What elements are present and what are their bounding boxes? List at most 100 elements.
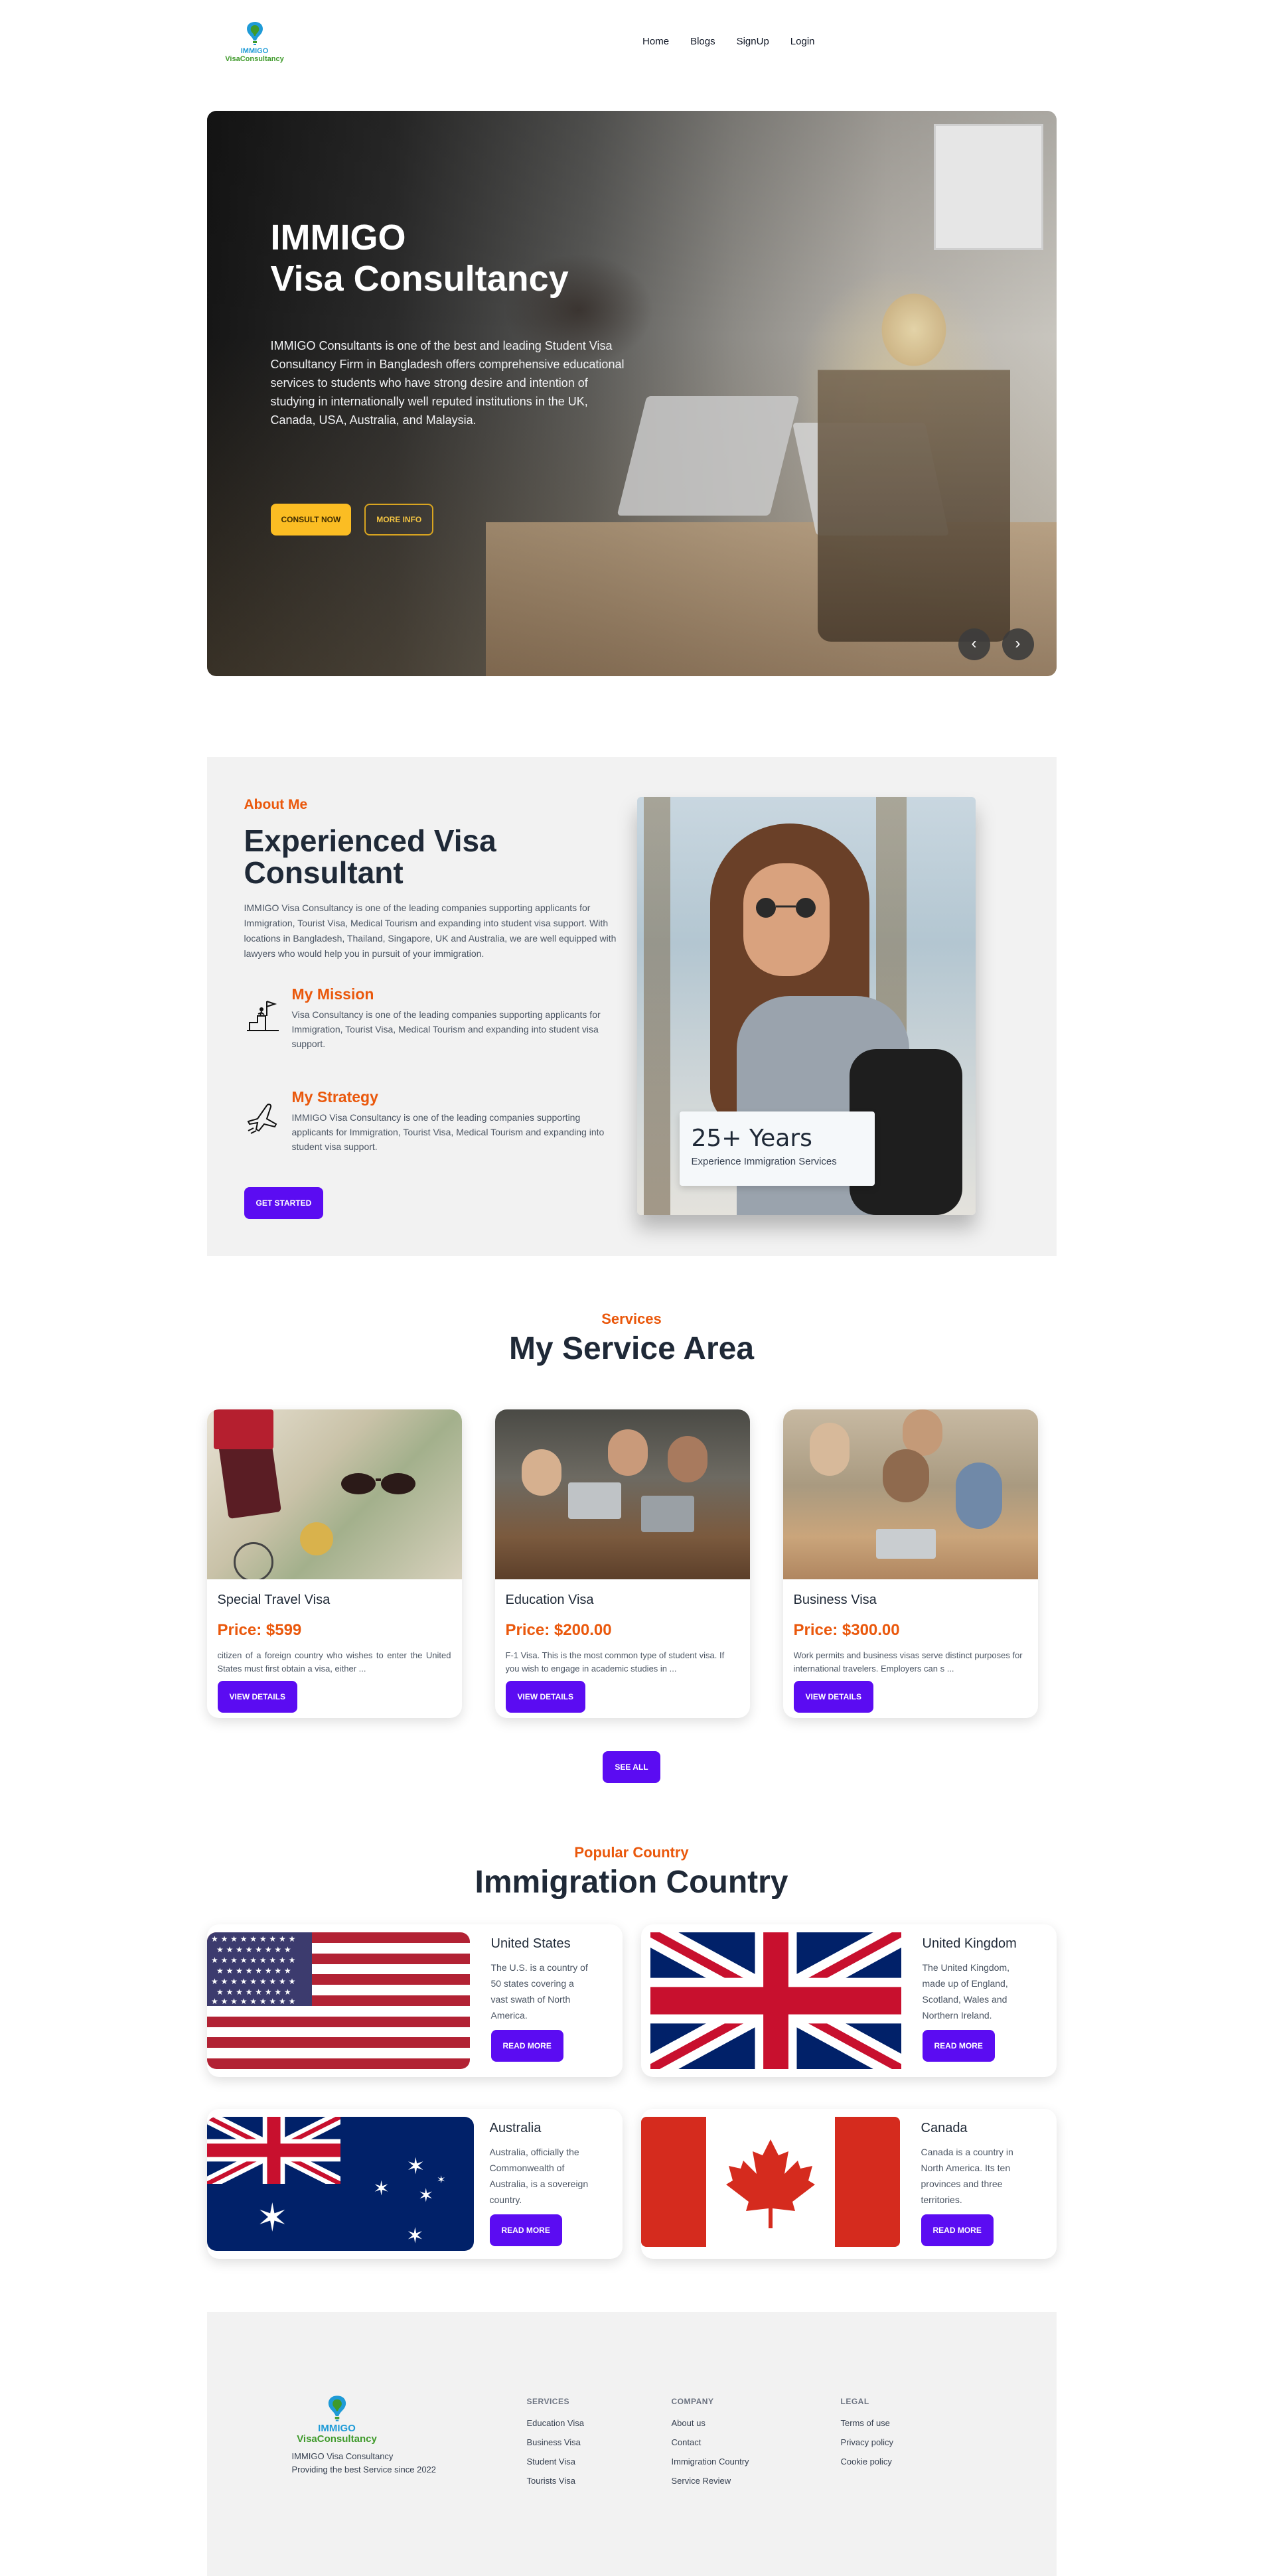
svg-text:★ ★ ★ ★ ★ ★ ★ ★ ★: ★ ★ ★ ★ ★ ★ ★ ★ ★: [211, 1934, 295, 1944]
read-more-button[interactable]: READ MORE: [489, 2214, 562, 2246]
country-name: United Kingdom: [922, 1936, 1017, 1951]
country-name: Australia: [489, 2121, 542, 2135]
see-all-wrap: SEE ALL: [207, 1751, 1057, 1783]
footer-col-title: COMPANY: [671, 2397, 714, 2406]
nav-blogs[interactable]: Blogs: [680, 31, 726, 52]
experience-label: Experience Immigration Services: [691, 1156, 837, 1167]
footer-link[interactable]: Service Review: [672, 2476, 749, 2486]
carousel-next-button[interactable]: ›: [1002, 628, 1034, 660]
hero-carousel: IMMIGO Visa Consultancy IMMIGO Consultan…: [206, 111, 1057, 676]
get-started-button[interactable]: GET STARTED: [244, 1187, 324, 1219]
svg-text:★ ★ ★ ★ ★ ★ ★ ★: ★ ★ ★ ★ ★ ★ ★ ★: [216, 1987, 291, 1997]
svg-text:✶: ✶: [256, 2195, 289, 2240]
nav-links: Home Blogs SignUp Login: [632, 31, 825, 52]
service-card: Education Visa Price: $200.00 F-1 Visa. …: [494, 1409, 750, 1718]
service-image-business: [782, 1409, 1038, 1579]
nav-home[interactable]: Home: [632, 31, 680, 52]
read-more-button[interactable]: READ MORE: [921, 2214, 994, 2246]
service-desc: F-1 Visa. This is the most common type o…: [505, 1650, 725, 1674]
strategy-block: My Strategy IMMIGO Visa Consultancy is o…: [244, 1088, 623, 1154]
countries-kicker: Popular Country: [574, 1844, 689, 1861]
about-photo: 25+ Years Experience Immigration Service…: [636, 797, 976, 1215]
footer-link[interactable]: Cookie policy: [841, 2457, 893, 2467]
about-text: About Me Experienced Visa Consultant IMM…: [244, 797, 623, 1154]
see-all-button[interactable]: SEE ALL: [603, 1751, 660, 1783]
service-image-education: [494, 1409, 750, 1579]
country-card: ★ ★ ★ ★ ★ ★ ★ ★ ★ ★ ★ ★ ★ ★ ★ ★ ★ ★ ★ ★ …: [206, 1924, 623, 2077]
services-title: My Service Area: [508, 1331, 755, 1366]
footer-col-title: SERVICES: [526, 2397, 569, 2406]
footer-link[interactable]: Education Visa: [527, 2418, 585, 2428]
view-details-button[interactable]: VIEW DETAILS: [217, 1681, 297, 1713]
view-details-button[interactable]: VIEW DETAILS: [793, 1681, 873, 1713]
about-section: About Me Experienced Visa Consultant IMM…: [206, 757, 1057, 1256]
read-more-button[interactable]: READ MORE: [922, 2030, 995, 2062]
logo-icon: [328, 2396, 346, 2421]
brand-line2: VisaConsultancy: [225, 55, 284, 63]
brand-logo[interactable]: IMMIGO VisaConsultancy: [223, 19, 287, 63]
service-cards: Special Travel Visa Price: $599 citizen …: [206, 1409, 1057, 1718]
country-desc: Australia, officially the Commonwealth o…: [489, 2147, 589, 2205]
footer: IMMIGO VisaConsultancy IMMIGO Visa Consu…: [206, 2312, 1057, 2576]
footer-link[interactable]: Tourists Visa: [527, 2476, 585, 2486]
services-section: Services My Service Area Special Travel …: [206, 1311, 1057, 1783]
service-price: Price: $200.00: [505, 1621, 612, 1639]
country-card: United Kingdom The United Kingdom, made …: [640, 1924, 1057, 2077]
svg-text:★ ★ ★ ★ ★ ★ ★ ★: ★ ★ ★ ★ ★ ★ ★ ★: [216, 1945, 291, 1954]
country-name: Canada: [921, 2121, 968, 2135]
country-card: Canada Canada is a country in North Amer…: [640, 2109, 1057, 2259]
footer-link[interactable]: Student Visa: [527, 2457, 585, 2467]
svg-text:★ ★ ★ ★ ★ ★ ★ ★ ★: ★ ★ ★ ★ ★ ★ ★ ★ ★: [211, 1997, 295, 2006]
svg-text:✶: ✶: [418, 2184, 433, 2206]
country-card: ✶ ✶ ✶ ✶ ✶ ✶ Australia Australia, officia…: [206, 2109, 623, 2259]
more-info-button[interactable]: MORE INFO: [364, 504, 434, 536]
footer-link[interactable]: About us: [672, 2418, 749, 2428]
service-title: Business Visa: [793, 1593, 877, 1607]
service-desc: citizen of a foreign country who wishes …: [217, 1650, 451, 1674]
experience-badge: 25+ Years Experience Immigration Service…: [679, 1111, 875, 1186]
uk-flag-icon: [650, 1932, 901, 2069]
country-name: United States: [490, 1936, 571, 1951]
country-desc: The U.S. is a country of 50 states cover…: [490, 1962, 588, 2021]
footer-col-title: LEGAL: [840, 2397, 869, 2406]
footer-link[interactable]: Terms of use: [841, 2418, 893, 2428]
experience-years: 25+ Years: [691, 1125, 812, 1152]
service-image-travel: [206, 1409, 462, 1579]
service-card: Special Travel Visa Price: $599 citizen …: [206, 1409, 462, 1718]
countries-title: Immigration Country: [475, 1865, 788, 1900]
footer-link[interactable]: Privacy policy: [841, 2437, 893, 2447]
footer-tagline-line2: Providing the best Service since 2022: [291, 2465, 437, 2474]
nav-signup[interactable]: SignUp: [726, 31, 780, 52]
footer-logo[interactable]: IMMIGO VisaConsultancy: [292, 2393, 382, 2445]
logo-icon: [246, 22, 263, 45]
service-title: Education Visa: [505, 1593, 594, 1607]
footer-brand-line2: VisaConsultancy: [297, 2433, 377, 2445]
svg-text:★ ★ ★ ★ ★ ★ ★ ★ ★: ★ ★ ★ ★ ★ ★ ★ ★ ★: [211, 1956, 295, 1965]
svg-text:✶: ✶: [406, 2153, 425, 2180]
footer-link[interactable]: Business Visa: [527, 2437, 585, 2447]
canada-flag-icon: [640, 2117, 900, 2247]
hero-title-line1: IMMIGO: [270, 218, 406, 257]
carousel-prev-button[interactable]: ‹: [958, 628, 990, 660]
footer-legal-col: LEGAL Terms of use Privacy policy Cookie…: [841, 2397, 893, 2467]
consult-now-button[interactable]: CONSULT NOW: [270, 504, 352, 536]
us-flag-icon: ★ ★ ★ ★ ★ ★ ★ ★ ★ ★ ★ ★ ★ ★ ★ ★ ★ ★ ★ ★ …: [206, 1932, 470, 2069]
hero-buttons: CONSULT NOW MORE INFO: [270, 504, 629, 536]
footer-link[interactable]: Immigration Country: [672, 2457, 749, 2467]
svg-text:★ ★ ★ ★ ★ ★ ★ ★ ★: ★ ★ ★ ★ ★ ★ ★ ★ ★: [211, 1977, 295, 1986]
service-card: Business Visa Price: $300.00 Work permit…: [782, 1409, 1038, 1718]
svg-text:✶: ✶: [373, 2177, 390, 2200]
view-details-button[interactable]: VIEW DETAILS: [505, 1681, 585, 1713]
nav-login[interactable]: Login: [780, 31, 826, 52]
brand-line1: IMMIGO: [240, 47, 269, 55]
service-desc: Work permits and business visas serve di…: [793, 1650, 1023, 1674]
footer-brand: IMMIGO VisaConsultancy IMMIGO Visa Consu…: [292, 2393, 451, 2476]
read-more-button[interactable]: READ MORE: [490, 2030, 563, 2062]
footer-company-col: COMPANY About us Contact Immigration Cou…: [672, 2397, 749, 2486]
footer-link[interactable]: Contact: [672, 2437, 749, 2447]
airplane-icon: [247, 1104, 277, 1134]
countries-section: Popular Country Immigration Country ★ ★ …: [206, 1844, 1057, 2259]
country-grid: ★ ★ ★ ★ ★ ★ ★ ★ ★ ★ ★ ★ ★ ★ ★ ★ ★ ★ ★ ★ …: [206, 1924, 1057, 2259]
hero-bg-panel: [933, 124, 1043, 250]
footer-tagline: IMMIGO Visa Consultancy Providing the be…: [292, 2450, 451, 2476]
